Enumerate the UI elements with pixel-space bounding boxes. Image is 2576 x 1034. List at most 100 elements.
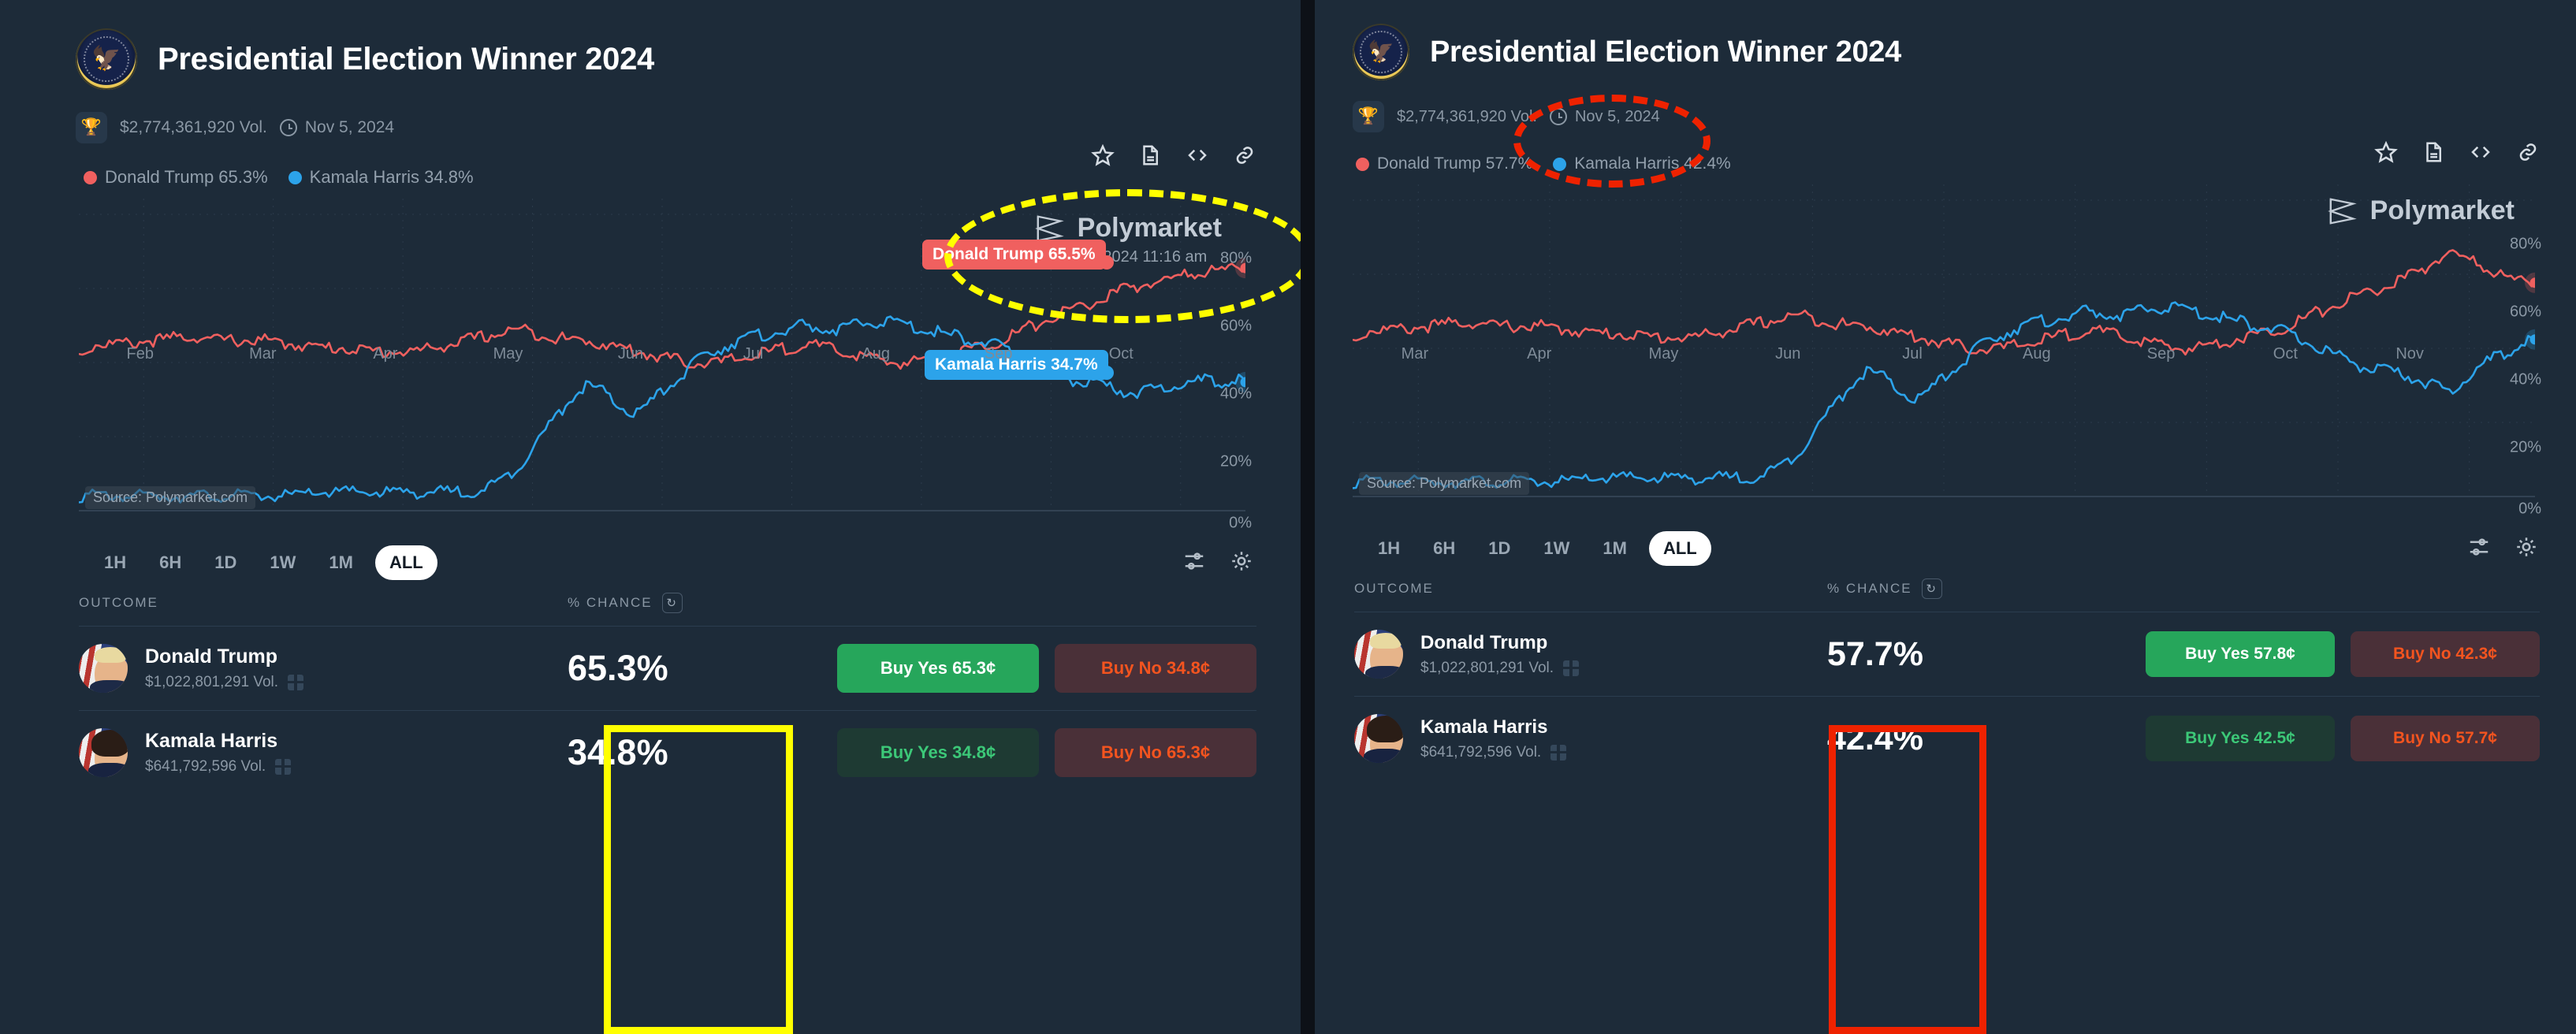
star-icon[interactable] xyxy=(2374,140,2398,168)
range-1h[interactable]: 1H xyxy=(1367,531,1411,566)
gear-icon[interactable] xyxy=(1230,549,1253,577)
gift-icon[interactable] xyxy=(288,675,304,690)
range-1w[interactable]: 1W xyxy=(259,545,307,580)
buy-no-button[interactable]: Buy No 57.7¢ xyxy=(2351,716,2540,761)
legend-label-harris: Kamala Harris 42.4% xyxy=(1574,154,1731,173)
polymarket-watermark: Polymarket xyxy=(2326,195,2515,226)
code-icon[interactable] xyxy=(2469,140,2492,168)
clock-icon xyxy=(279,119,297,136)
comparison-stage: 🦅 Presidential Election Winner 2024 🏆 $2… xyxy=(0,0,2576,1034)
x-tick: Sep xyxy=(984,345,1013,363)
market-volume: $2,774,361,920 Vol. xyxy=(120,118,267,136)
x-axis-right: Mar Apr May Jun Jul Aug Sep Oct Nov xyxy=(1353,345,2472,363)
range-1d[interactable]: 1D xyxy=(1477,531,1521,566)
table-row[interactable]: Donald Trump $1,022,801,291 Vol. 65.3% B… xyxy=(79,627,1256,711)
y-tick: 40% xyxy=(2509,370,2541,389)
table-row[interactable]: Kamala Harris $641,792,596 Vol. 34.8% Bu… xyxy=(79,711,1256,794)
polymarket-logo-icon xyxy=(2327,197,2357,225)
table-row[interactable]: Donald Trump $1,022,801,291 Vol. 57.7% B… xyxy=(1354,612,2540,697)
x-tick: Apr xyxy=(1527,345,1552,363)
refresh-icon[interactable]: ↻ xyxy=(661,593,683,613)
x-tick: Feb xyxy=(126,345,154,363)
outcome-table-right: OUTCOME % CHANCE ↻ Donald Trump $1,022,8… xyxy=(1315,578,2576,780)
outcome-chance: 65.3% xyxy=(568,648,668,688)
range-1m[interactable]: 1M xyxy=(1591,531,1638,566)
buy-yes-button[interactable]: Buy Yes 57.8¢ xyxy=(2146,631,2335,677)
outcome-volume: $641,792,596 Vol. xyxy=(145,758,266,775)
outcome-volume: $641,792,596 Vol. xyxy=(1420,743,1542,761)
tooltip-node-harris xyxy=(1100,366,1114,380)
range-all[interactable]: ALL xyxy=(374,545,437,580)
source-tag: Source: Polymarket.com xyxy=(1359,472,1530,495)
presidential-seal-icon: 🦅 xyxy=(1353,24,1409,80)
document-icon[interactable] xyxy=(2422,140,2445,168)
range-1d[interactable]: 1D xyxy=(203,545,248,580)
link-icon[interactable] xyxy=(2516,140,2540,168)
range-all[interactable]: ALL xyxy=(1648,531,1711,566)
price-chart-left[interactable]: 80% 60% 40% 20% 0% Source: Polymarket.co… xyxy=(79,199,1252,531)
x-tick: Jul xyxy=(743,345,764,363)
buy-no-button[interactable]: Buy No 42.3¢ xyxy=(2351,631,2540,677)
buy-yes-button[interactable]: Buy Yes 42.5¢ xyxy=(2146,716,2335,761)
gift-icon[interactable] xyxy=(1563,660,1580,676)
range-6h[interactable]: 6H xyxy=(148,545,192,580)
buy-no-button[interactable]: Buy No 65.3¢ xyxy=(1055,728,1256,777)
y-tick: 40% xyxy=(1219,385,1252,403)
x-tick: Mar xyxy=(1401,345,1429,363)
avatar xyxy=(79,728,128,777)
legend-item-trump: Donald Trump 57.7% xyxy=(1356,154,1532,173)
source-tag: Source: Polymarket.com xyxy=(85,486,256,509)
table-row[interactable]: Kamala Harris $641,792,596 Vol. 42.4% Bu… xyxy=(1354,697,2540,780)
code-icon[interactable] xyxy=(1186,143,1209,171)
y-tick: 60% xyxy=(2509,303,2541,321)
sliders-icon[interactable] xyxy=(2467,535,2491,563)
x-tick: Jun xyxy=(617,345,644,363)
x-tick: Aug xyxy=(862,345,890,363)
document-icon[interactable] xyxy=(1138,143,1162,171)
market-header: 🦅 Presidential Election Winner 2024 xyxy=(1315,0,2576,80)
buy-yes-button[interactable]: Buy Yes 65.3¢ xyxy=(837,644,1039,693)
range-6h[interactable]: 6H xyxy=(1422,531,1466,566)
range-1w[interactable]: 1W xyxy=(1532,531,1580,566)
watermark-brand: Polymarket xyxy=(2369,195,2515,225)
market-volume: $2,774,361,920 Vol. xyxy=(1397,107,1537,125)
legend-dot-trump xyxy=(84,170,97,184)
sliders-icon[interactable] xyxy=(1182,549,1206,577)
gift-icon[interactable] xyxy=(275,759,292,775)
y-axis-right: 80% 60% 40% 20% 0% xyxy=(2478,184,2541,517)
x-tick: Jun xyxy=(1775,345,1801,363)
column-header-outcome: OUTCOME xyxy=(79,595,158,610)
legend-dot-trump xyxy=(1356,157,1369,171)
refresh-icon[interactable]: ↻ xyxy=(1921,578,1942,599)
outcome-chance: 34.8% xyxy=(568,732,668,772)
y-tick: 20% xyxy=(1219,452,1252,471)
x-tick: May xyxy=(1648,345,1679,363)
outcome-volume: $1,022,801,291 Vol. xyxy=(1420,659,1554,676)
legend-label-harris: Kamala Harris 34.8% xyxy=(309,167,474,187)
outcome-chance: 42.4% xyxy=(1827,719,1923,757)
avatar xyxy=(1354,714,1403,763)
buy-no-button[interactable]: Buy No 34.8¢ xyxy=(1055,644,1256,693)
link-icon[interactable] xyxy=(1233,143,1256,171)
avatar xyxy=(79,644,128,693)
legend-item-trump: Donald Trump 65.3% xyxy=(84,167,268,188)
y-tick: 80% xyxy=(1219,249,1252,267)
x-tick: Oct xyxy=(2273,345,2298,363)
buy-yes-button[interactable]: Buy Yes 34.8¢ xyxy=(837,728,1039,777)
column-header-chance: % CHANCE xyxy=(1827,581,1912,596)
gift-icon[interactable] xyxy=(1550,744,1567,761)
legend-label-trump: Donald Trump 65.3% xyxy=(105,167,268,187)
market-header: 🦅 Presidential Election Winner 2024 xyxy=(0,0,1301,90)
range-1h[interactable]: 1H xyxy=(93,545,137,580)
y-tick: 20% xyxy=(2509,438,2541,456)
outcome-volume: $1,022,801,291 Vol. xyxy=(145,674,279,690)
gear-icon[interactable] xyxy=(2515,535,2538,563)
legend-dot-harris xyxy=(1553,157,1567,171)
panel-divider xyxy=(1301,0,1315,1034)
range-selector-right: 1H 6H 1D 1W 1M ALL xyxy=(1315,515,2576,566)
legend-item-harris: Kamala Harris 42.4% xyxy=(1553,154,1731,173)
header-action-icons xyxy=(1091,143,1256,171)
star-icon[interactable] xyxy=(1091,143,1115,171)
x-tick: Nov xyxy=(2395,345,2424,363)
range-1m[interactable]: 1M xyxy=(318,545,364,580)
